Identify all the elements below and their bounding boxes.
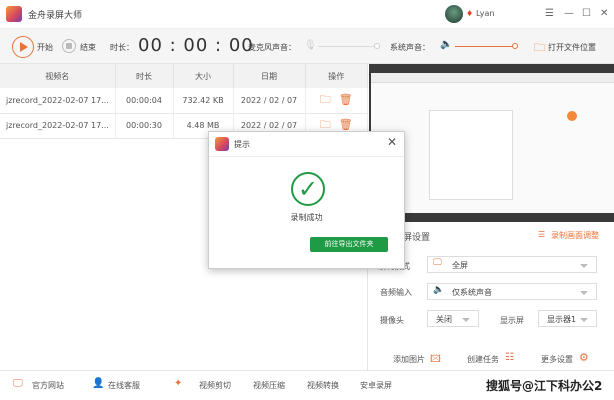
system-sound-label: 系统声音： [390,43,430,52]
table-row[interactable]: jzrecord_2022-02-07 17... 00:00:04 732.4… [0,88,368,114]
watermark: 搜狐号@江下科办公2 [486,379,603,393]
website-link[interactable]: 官方网站 [32,380,64,391]
file-size: 732.42 KB [173,88,234,114]
audio-label: 音频输入 [380,288,412,297]
support-link[interactable]: 在线客服 [108,380,140,391]
display-label: 显示屏 [500,316,524,325]
more-settings-button[interactable]: 更多设置 [541,354,573,365]
open-export-folder-button[interactable]: 前往导出文件夹 [310,237,388,252]
user-name[interactable]: Lyan [476,9,494,18]
table-header: 视频名 时长 大小 日期 操作 [0,64,368,88]
mic-volume-knob[interactable] [373,43,380,49]
start-label[interactable]: 开始 [37,42,53,53]
app-logo [6,6,22,22]
dialog-title: 提示 [234,140,250,149]
trash-icon[interactable]: 🗑 [339,118,353,131]
task-icon[interactable]: ☷ [505,352,514,363]
mic-label: 麦克风声音： [248,43,296,52]
image-icon[interactable]: 🖾 [430,352,441,369]
android-record-link[interactable]: 安卓录屏 [360,380,392,391]
recording-table: 视频名 时长 大小 日期 操作 jzrecord_2022-02-07 17..… [0,64,368,139]
video-compress-link[interactable]: 视频压缩 [253,380,285,391]
menu-icon[interactable]: ☰ [545,8,554,19]
video-cut-link[interactable]: 视频剪切 [199,380,231,391]
monitor-icon: 🖵 [433,258,442,268]
trash-icon[interactable]: 🗑 [339,93,353,106]
app-logo [215,137,229,151]
mode-value: 全屏 [452,261,468,270]
col-actions: 操作 [305,64,368,88]
camera-select[interactable]: 关闭 [427,310,479,327]
display-select[interactable]: 显示器1 [538,310,597,327]
dialog-message: 录制成功 [290,213,323,222]
col-duration: 时长 [115,64,174,88]
gear-icon[interactable]: ⚙ [579,351,589,364]
audio-value: 仅系统声音 [452,288,492,297]
check-icon: ✓ [291,172,325,206]
file-duration: 00:00:04 [115,88,174,114]
col-size: 大小 [173,64,234,88]
preview-screenshot [371,73,614,213]
file-duration: 00:00:30 [115,113,174,139]
adjust-recording-button[interactable]: 录制画面调整 [551,230,599,241]
mic-volume-slider[interactable] [318,46,380,47]
open-folder-button[interactable]: 打开文件位置 [548,42,596,53]
stop-label[interactable]: 结束 [80,42,96,53]
system-volume-knob[interactable] [512,43,518,49]
mode-select[interactable]: 全屏 [427,256,597,273]
create-task-button[interactable]: 创建任务 [467,354,499,365]
add-image-button[interactable]: 添加图片 [393,354,425,365]
speaker-icon[interactable]: 🔈 [440,39,452,50]
folder-icon[interactable]: 🗀 [534,39,545,58]
stop-button[interactable] [62,39,76,53]
camera-value: 关闭 [436,315,452,324]
camera-label: 摄像头 [380,316,404,325]
minimize-icon[interactable]: — [564,8,574,19]
adjust-icon[interactable]: ☰ [538,230,545,239]
app-title: 金舟录屏大师 [28,11,83,21]
success-dialog: 提示 ✕ ✓ 录制成功 前往导出文件夹 [208,131,405,269]
system-volume-slider[interactable] [455,46,515,47]
folder-icon[interactable]: 🗀 [320,93,331,106]
close-icon[interactable]: ✕ [387,135,397,149]
display-value: 显示器1 [547,315,577,324]
start-button[interactable] [12,36,34,58]
user-icon: 👤 [92,378,105,389]
plugin-icon: ✦ [174,378,183,389]
timer: 00 : 00 : 00 [138,35,254,56]
vip-icon: ♦ [466,9,474,18]
avatar[interactable] [445,5,463,23]
file-name[interactable]: jzrecord_2022-02-07 17... [0,113,116,139]
duration-label: 时长： [110,43,134,52]
speaker-icon: 🔈 [433,285,445,295]
close-icon[interactable]: ✕ [600,8,608,19]
video-convert-link[interactable]: 视频转换 [307,380,339,391]
col-name: 视频名 [0,64,116,88]
title-bar [0,0,614,29]
microphone-icon[interactable]: 🎙 [304,40,317,51]
col-date: 日期 [233,64,306,88]
folder-icon[interactable]: 🗀 [320,118,331,131]
monitor-icon: 🖵 [13,378,23,389]
file-date: 2022 / 02 / 07 [233,88,306,114]
audio-select[interactable]: 仅系统声音 [427,283,597,300]
file-name[interactable]: jzrecord_2022-02-07 17... [0,88,116,114]
maximize-icon[interactable]: ☐ [582,8,591,19]
